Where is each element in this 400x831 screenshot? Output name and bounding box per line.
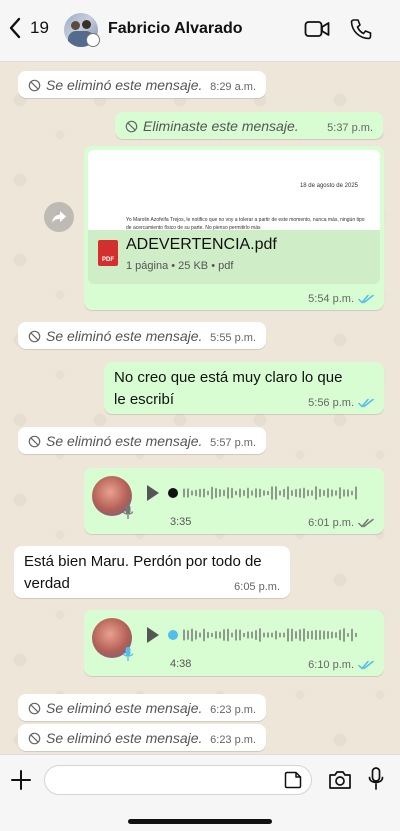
delivered-ticks-icon: [358, 518, 374, 528]
contact-name[interactable]: Fabricio Alvarado: [108, 20, 243, 38]
message-text: Se eliminó este mensaje.: [46, 433, 203, 449]
message-time: 5:57 p.m.: [210, 437, 256, 449]
ban-icon: [125, 120, 138, 132]
chat-header: 19 Fabricio Alvarado: [0, 0, 400, 62]
message-text: Se eliminó este mensaje.: [46, 328, 203, 344]
ban-icon: [28, 79, 41, 91]
ban-icon: [28, 435, 41, 447]
message-document[interactable]: 18 de agosto de 2025 Yo Marolin Azofeifa…: [84, 146, 384, 310]
message-text: Se eliminó este mensaje.: [46, 700, 203, 716]
voice-duration: 4:38: [170, 658, 192, 670]
voice-message[interactable]: 3:35 6:01 p.m.: [84, 468, 384, 534]
document-meta: 1 página • 25 KB • pdf: [126, 260, 234, 272]
message-input[interactable]: [44, 765, 312, 795]
phone-icon[interactable]: [350, 18, 372, 40]
voice-waveform[interactable]: [168, 626, 358, 644]
read-ticks-icon: [358, 294, 374, 304]
forward-icon: [52, 211, 66, 223]
mic-icon: [122, 505, 134, 519]
ban-icon: [28, 702, 41, 714]
document-preview-text: Yo Marolin Azofeifa Trejos, le notifico …: [126, 217, 365, 230]
message-deleted-incoming[interactable]: Se eliminó este mensaje. 6:23 p.m.: [18, 724, 266, 751]
read-ticks-icon: [358, 398, 374, 408]
document-filename: ADEVERTENCIA.pdf: [126, 236, 277, 253]
voice-duration: 3:35: [170, 516, 192, 528]
message-time: 5:55 p.m.: [210, 332, 256, 344]
message-time: 6:23 p.m.: [210, 704, 256, 716]
unread-count: 19: [30, 18, 49, 37]
status-badge: [86, 33, 100, 47]
forward-button[interactable]: [44, 202, 74, 232]
message-deleted-incoming[interactable]: Se eliminó este mensaje. 6:23 p.m.: [18, 694, 266, 721]
message-time: 5:56 p.m.: [308, 397, 374, 409]
voice-waveform[interactable]: [168, 484, 358, 502]
back-button[interactable]: 19: [8, 17, 49, 39]
document-info[interactable]: PDF ADEVERTENCIA.pdf 1 página • 25 KB • …: [88, 230, 380, 284]
plus-icon[interactable]: [10, 769, 32, 791]
message-time: 6:10 p.m.: [308, 659, 374, 671]
chevron-left-icon: [9, 17, 21, 39]
ban-icon: [28, 330, 41, 342]
composer-bar: [0, 754, 400, 831]
camera-icon[interactable]: [328, 769, 352, 791]
message-time: 8:29 a.m.: [210, 81, 256, 93]
message-text: Se eliminó este mensaje.: [46, 77, 203, 93]
sticker-icon[interactable]: [284, 771, 302, 789]
mic-icon[interactable]: [368, 767, 384, 791]
ban-icon: [28, 732, 41, 744]
message-time: 5:37 p.m.: [327, 122, 373, 134]
message-text-outgoing[interactable]: No creo que está muy claro lo que le esc…: [104, 362, 384, 414]
message-deleted-incoming[interactable]: Se eliminó este mensaje. 8:29 a.m.: [18, 71, 266, 98]
message-deleted-outgoing[interactable]: Eliminaste este mensaje. 5:37 p.m.: [115, 112, 383, 139]
pdf-icon: PDF: [98, 240, 118, 266]
message-time: 5:54 p.m.: [308, 293, 374, 305]
home-indicator: [128, 819, 272, 824]
message-time: 6:23 p.m.: [210, 734, 256, 746]
video-camera-icon[interactable]: [304, 19, 330, 39]
message-text-incoming[interactable]: Está bien Maru. Perdón por todo de verda…: [14, 546, 290, 598]
message-deleted-incoming[interactable]: Se eliminó este mensaje. 5:57 p.m.: [18, 427, 266, 454]
document-preview[interactable]: 18 de agosto de 2025 Yo Marolin Azofeifa…: [88, 150, 380, 230]
play-icon[interactable]: [146, 484, 160, 502]
message-text: Se eliminó este mensaje.: [46, 730, 203, 746]
message-time: 6:05 p.m.: [234, 581, 280, 593]
mic-icon: [122, 647, 134, 661]
read-ticks-icon: [358, 660, 374, 670]
play-icon[interactable]: [146, 626, 160, 644]
message-time: 6:01 p.m.: [308, 517, 374, 529]
message-text: Eliminaste este mensaje.: [143, 118, 299, 134]
voice-message[interactable]: 4:38 6:10 p.m.: [84, 610, 384, 676]
message-deleted-incoming[interactable]: Se eliminó este mensaje. 5:55 p.m.: [18, 322, 266, 349]
document-preview-date: 18 de agosto de 2025: [299, 183, 358, 189]
